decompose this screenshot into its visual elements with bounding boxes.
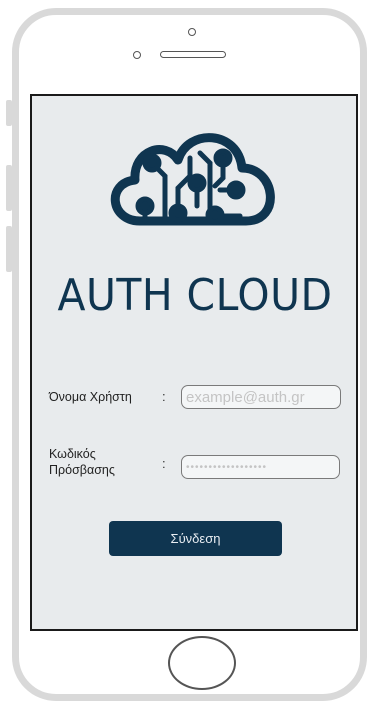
cloud-circuit-icon <box>110 133 275 226</box>
password-label-line1: Κωδικός <box>49 447 96 461</box>
volume-up-button <box>6 165 12 211</box>
app-title: AUTH CLOUD <box>57 270 333 321</box>
proximity-sensor <box>188 28 196 36</box>
password-colon: : <box>162 456 166 471</box>
password-label-line2: Πρόσβασης <box>49 463 115 477</box>
username-colon: : <box>162 389 166 404</box>
volume-down-button <box>6 226 12 272</box>
mute-switch <box>6 100 12 126</box>
login-button[interactable]: Σύνδεση <box>109 521 282 556</box>
username-label: Όνομα Χρήστη <box>49 390 132 404</box>
username-input[interactable] <box>181 385 341 409</box>
home-button[interactable] <box>168 636 236 690</box>
password-input[interactable] <box>181 455 340 479</box>
front-camera <box>133 51 141 59</box>
earpiece-speaker <box>160 51 226 58</box>
